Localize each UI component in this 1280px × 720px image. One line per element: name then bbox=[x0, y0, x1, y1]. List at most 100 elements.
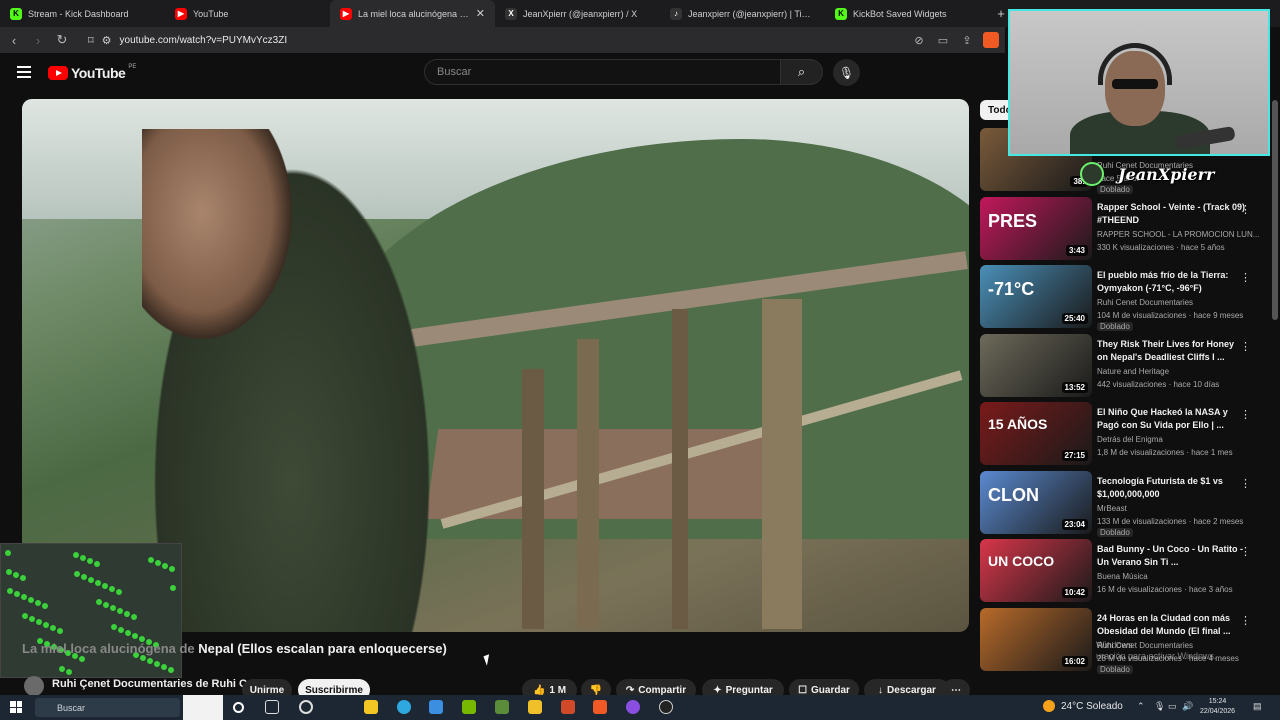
rec-thumbnail[interactable]: 15 AÑOS 27:15 bbox=[980, 402, 1092, 465]
tab-tiktok[interactable]: ♪ Jeanxpierr (@jeanxpierr) | TikTok bbox=[660, 0, 825, 27]
calculator-icon[interactable] bbox=[364, 700, 378, 714]
nvidia-icon[interactable] bbox=[462, 700, 476, 714]
rec-thumbnail[interactable]: UN COCO 10:42 bbox=[980, 539, 1092, 602]
rec-video-item[interactable]: -71°C 25:40 El pueblo más frío de la Tierr… bbox=[980, 265, 1270, 331]
tab-kick-dashboard[interactable]: K Stream - Kick Dashboard bbox=[0, 0, 165, 27]
rec-title[interactable]: 24 Horas en la Ciudad con más Obesidad d… bbox=[1097, 612, 1247, 638]
more-options-icon[interactable]: ⋮ bbox=[1240, 203, 1251, 216]
more-options-icon[interactable]: ⋮ bbox=[1240, 408, 1251, 421]
cortana-icon[interactable] bbox=[233, 702, 244, 713]
search-input[interactable]: Buscar bbox=[424, 59, 781, 85]
speedometer-icon[interactable] bbox=[299, 700, 313, 714]
tray-chevron-icon[interactable]: ⌃ bbox=[1137, 701, 1145, 712]
rec-thumbnail[interactable]: 13:52 bbox=[980, 333, 1092, 397]
more-options-icon[interactable]: ⋮ bbox=[1240, 614, 1251, 627]
url-field[interactable]: ⌑ ⚙ youtube.com/watch?v=PUYMvYcz3ZI bbox=[84, 29, 903, 51]
minimap-unit-marker bbox=[111, 624, 117, 630]
rec-title[interactable]: Tecnología Futurista de $1 vs $1,000,000… bbox=[1097, 475, 1247, 501]
minecraft-icon[interactable] bbox=[495, 700, 509, 714]
minimap-unit-marker bbox=[79, 656, 85, 662]
start-button[interactable] bbox=[10, 701, 22, 713]
more-options-icon[interactable]: ⋮ bbox=[1240, 271, 1251, 284]
brave-icon[interactable] bbox=[593, 700, 607, 714]
tab-x-profile[interactable]: X JeanXpierr (@jeanxpierr) / X bbox=[495, 0, 660, 27]
minimap-unit-marker bbox=[43, 622, 49, 628]
video-fence-post bbox=[762, 299, 802, 629]
brave-shield-icon[interactable] bbox=[983, 32, 999, 48]
rec-channel[interactable]: Buena Música bbox=[1097, 572, 1148, 581]
tab-current-video[interactable]: ▶ La miel loca alucinógena de Nepal ✕ bbox=[330, 0, 495, 27]
no-translate-icon[interactable]: ⊘ bbox=[911, 34, 927, 47]
rec-video-item[interactable]: PRES 3:43 Rapper School - Veinte - (Track … bbox=[980, 196, 1270, 261]
taskbar-search[interactable]: Buscar bbox=[35, 698, 180, 717]
tab-kickbot[interactable]: K KickBot Saved Widgets bbox=[825, 0, 990, 27]
rec-video-item[interactable]: CLON 23:04 Tecnología Futurista de $1 vs $… bbox=[980, 470, 1270, 537]
rec-title[interactable]: El pueblo más frío de la Tierra: Oymyako… bbox=[1097, 269, 1247, 295]
network-icon[interactable]: ▭ bbox=[1168, 701, 1177, 712]
dubbed-badge: Doblado bbox=[1097, 322, 1133, 331]
minimap-unit-marker bbox=[102, 583, 108, 589]
minimap-unit-marker bbox=[5, 550, 11, 556]
mic-tray-icon[interactable]: 🎙 bbox=[1154, 701, 1165, 712]
video-fence-post bbox=[577, 339, 599, 629]
channel-name[interactable]: Ruhi Çenet Documentaries de Ruhi Çenet bbox=[52, 678, 270, 690]
rec-thumbnail[interactable]: 16:02 bbox=[980, 607, 1092, 671]
channel-avatar[interactable] bbox=[24, 676, 44, 696]
search-button[interactable]: ⌕ bbox=[781, 59, 823, 85]
task-view-icon[interactable] bbox=[265, 700, 279, 714]
cast-icon[interactable]: ▭ bbox=[935, 34, 951, 47]
rec-channel[interactable]: Detrás del Enigma bbox=[1097, 435, 1163, 444]
edge-icon[interactable] bbox=[397, 700, 411, 714]
rec-channel[interactable]: MrBeast bbox=[1097, 504, 1127, 513]
site-info-icon[interactable]: ⚙ bbox=[102, 34, 112, 47]
rec-title[interactable]: Rapper School - Veinte - (Track 09) #THE… bbox=[1097, 201, 1247, 227]
minimap-unit-marker bbox=[170, 585, 176, 591]
rec-video-item[interactable]: 15 AÑOS 27:15 El Niño Que Hackeó la NASA y… bbox=[980, 402, 1270, 466]
rec-thumbnail[interactable]: CLON 23:04 bbox=[980, 470, 1092, 534]
tab-youtube[interactable]: ▶ YouTube bbox=[165, 0, 330, 27]
taskbar-clock[interactable]: 15:24 22/04/2026 bbox=[1200, 697, 1235, 717]
menu-icon[interactable] bbox=[17, 66, 31, 78]
bookmark-icon[interactable]: ⌑ bbox=[88, 34, 94, 47]
rec-video-item[interactable]: UN COCO 10:42 Bad Bunny - Un Coco - Un Rat… bbox=[980, 539, 1270, 603]
app-icon[interactable] bbox=[561, 700, 575, 714]
obs-icon[interactable] bbox=[659, 700, 673, 714]
rec-title[interactable]: El Niño Que Hackeó la NASA y Pagó con Su… bbox=[1097, 406, 1247, 432]
more-options-icon[interactable]: ⋮ bbox=[1240, 340, 1251, 353]
close-tab-icon[interactable]: ✕ bbox=[476, 7, 485, 20]
share-icon[interactable]: ⇪ bbox=[959, 34, 975, 47]
rec-channel[interactable]: Ruhi Cenet Documentaries bbox=[1097, 298, 1193, 307]
back-icon[interactable]: ‹ bbox=[6, 33, 22, 48]
weather-widget[interactable]: 24°C Soleado bbox=[1043, 700, 1123, 712]
voice-search-button[interactable]: 🎙 bbox=[833, 59, 860, 86]
notification-icon[interactable]: ▤ bbox=[1253, 701, 1262, 712]
youtube-header: YouTube PE Buscar ⌕ 🎙 bbox=[0, 53, 1005, 93]
tab-label: KickBot Saved Widgets bbox=[853, 8, 947, 19]
youtube-logo[interactable]: YouTube PE bbox=[48, 64, 136, 81]
rec-video-item[interactable]: 13:52 They Risk Their Lives for Honey on … bbox=[980, 333, 1270, 398]
thumbnail-text: UN COCO bbox=[988, 553, 1055, 569]
file-explorer-icon[interactable] bbox=[528, 700, 542, 714]
minimap-unit-marker bbox=[116, 589, 122, 595]
duration-badge: 25:40 bbox=[1061, 313, 1088, 324]
rec-thumbnail[interactable]: -71°C 25:40 bbox=[980, 265, 1092, 328]
minimap-unit-marker bbox=[74, 571, 80, 577]
rec-thumbnail[interactable]: PRES 3:43 bbox=[980, 196, 1092, 260]
rec-title[interactable]: They Risk Their Lives for Honey on Nepal… bbox=[1097, 338, 1247, 364]
rec-title[interactable]: Bad Bunny - Un Coco - Un Ratito - Un Ver… bbox=[1097, 543, 1247, 569]
forward-icon[interactable]: › bbox=[30, 33, 46, 48]
game-minimap-overlay bbox=[0, 543, 182, 678]
thumbnail-text: PRES bbox=[988, 210, 1038, 231]
sidebar-scrollbar[interactable] bbox=[1272, 100, 1278, 320]
mail-icon[interactable] bbox=[429, 700, 443, 714]
reload-icon[interactable]: ↻ bbox=[54, 32, 70, 48]
rec-channel[interactable]: RAPPER SCHOOL - LA PROMOCION LUN... bbox=[1097, 230, 1259, 239]
more-options-icon[interactable]: ⋮ bbox=[1240, 545, 1251, 558]
minimap-unit-marker bbox=[132, 633, 138, 639]
rec-channel[interactable]: Nature and Heritage bbox=[1097, 367, 1169, 376]
messenger-icon[interactable] bbox=[626, 700, 640, 714]
more-options-icon[interactable]: ⋮ bbox=[1240, 477, 1251, 490]
volume-icon[interactable]: 🔊 bbox=[1182, 701, 1193, 712]
blank-app-icon[interactable] bbox=[183, 695, 223, 720]
minimap-unit-marker bbox=[103, 602, 109, 608]
